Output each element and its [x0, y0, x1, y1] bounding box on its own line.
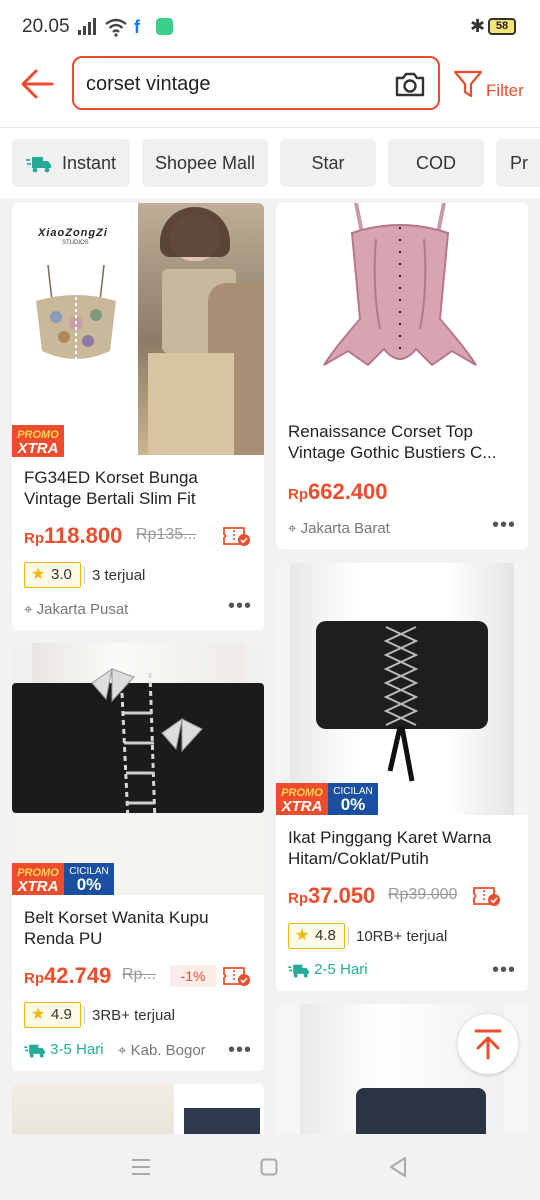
- sold-count: 10RB+ terjual: [356, 928, 448, 945]
- chip-more[interactable]: Pr: [496, 139, 540, 187]
- rating-badge: ★ 3.0: [24, 562, 81, 588]
- search-query: corset vintage: [86, 73, 211, 95]
- camera-icon[interactable]: [394, 70, 426, 98]
- promo-xtra-badge: PROMO XTRA: [12, 425, 64, 457]
- search-header: corset vintage Filter: [0, 54, 540, 128]
- location-pin-icon: ⌖: [24, 601, 33, 618]
- product-price: Rp118.800: [24, 523, 123, 548]
- scroll-to-top-button[interactable]: [458, 1014, 518, 1074]
- star-icon: ★: [295, 927, 310, 944]
- home-icon[interactable]: [260, 1158, 278, 1176]
- chip-cod-label: COD: [416, 153, 456, 173]
- status-time: 20.05: [22, 16, 70, 37]
- product-image: [12, 643, 264, 895]
- rating-value: 4.8: [315, 927, 336, 944]
- promo-cicilan-badge: PROMO XTRA CICILAN 0%: [12, 863, 114, 895]
- product-original-price: Rp39.000: [388, 886, 458, 903]
- star-icon: ★: [31, 566, 46, 583]
- voucher-icon: [223, 967, 250, 986]
- filter-icon: [453, 70, 483, 98]
- delivery-truck-icon: [24, 1044, 45, 1058]
- product-image: XiaoZongZi STUDIOS: [12, 203, 264, 455]
- delivery-estimate: 3-5 Hari: [24, 1041, 104, 1058]
- signal-icon: [78, 18, 96, 35]
- wifi-icon: [105, 18, 127, 37]
- facebook-icon: f: [134, 17, 140, 37]
- rating-badge: ★ 4.9: [24, 1002, 81, 1028]
- arrow-up-icon: [474, 1029, 502, 1060]
- more-options-icon[interactable]: •••: [228, 596, 252, 616]
- product-location: ⌖ Jakarta Pusat: [24, 601, 129, 618]
- more-options-icon[interactable]: •••: [492, 960, 516, 980]
- chip-instant[interactable]: Instant: [12, 139, 130, 187]
- delivery-truck-icon: [288, 964, 309, 978]
- filter-chips: Instant Shopee Mall Star COD Pr: [0, 128, 540, 198]
- location-pin-icon: ⌖: [288, 520, 297, 537]
- product-price: Rp37.050: [288, 883, 376, 908]
- chip-cod[interactable]: COD: [388, 139, 484, 187]
- back-icon[interactable]: [388, 1156, 408, 1178]
- chip-star-label: Star: [311, 153, 345, 173]
- rating-badge: ★ 4.8: [288, 923, 345, 949]
- instant-delivery-icon: [25, 157, 51, 173]
- chip-shopee-mall[interactable]: Shopee Mall: [142, 139, 268, 187]
- filter-button[interactable]: Filter: [452, 68, 536, 104]
- product-title: Renaissance Corset Top Vintage Gothic Bu…: [288, 422, 497, 462]
- rating-value: 3.0: [51, 566, 72, 583]
- product-location: ⌖ Jakarta Barat: [288, 520, 390, 537]
- back-arrow-icon[interactable]: [18, 66, 58, 102]
- sold-count: 3RB+ terjual: [92, 1007, 175, 1024]
- product-price: Rp42.749: [24, 963, 112, 988]
- more-options-icon[interactable]: •••: [492, 515, 516, 535]
- product-card[interactable]: XiaoZongZi STUDIOS PROMO XTRA FG34ED Kors…: [12, 203, 264, 630]
- rating-value: 4.9: [51, 1006, 72, 1023]
- product-card[interactable]: Renaissance Corset Top Vintage Gothic Bu…: [276, 203, 528, 549]
- product-location: ⌖ Kab. Bogor: [118, 1042, 206, 1059]
- product-image: [276, 563, 528, 815]
- chip-star[interactable]: Star: [280, 139, 376, 187]
- voucher-icon: [223, 527, 250, 546]
- product-title: Ikat Pinggang Karet Warna Hitam/Coklat/P…: [288, 828, 492, 868]
- product-price: Rp662.400: [288, 479, 388, 504]
- app-notification-icon: [156, 18, 173, 35]
- bluetooth-icon: ✱: [470, 16, 486, 36]
- filter-label: Filter: [486, 81, 524, 100]
- product-title: FG34ED Korset Bunga Vintage Bertali Slim…: [24, 468, 198, 508]
- product-original-price: Rp...: [122, 966, 156, 983]
- product-image-brand: XiaoZongZi: [38, 227, 108, 239]
- voucher-icon: [473, 887, 500, 906]
- product-image-sub: STUDIOS: [62, 240, 89, 246]
- battery-icon: 58: [488, 18, 516, 35]
- discount-badge: -1%: [170, 965, 216, 987]
- location-pin-icon: ⌖: [118, 1042, 127, 1059]
- sold-count: 3 terjual: [92, 567, 146, 584]
- chip-more-label: Pr: [510, 153, 528, 173]
- chip-shopee-mall-label: Shopee Mall: [154, 153, 256, 173]
- product-image: [276, 203, 528, 403]
- search-input[interactable]: corset vintage: [72, 56, 440, 110]
- more-options-icon[interactable]: •••: [228, 1040, 252, 1060]
- status-bar: 20.05 f ✱ 58: [0, 0, 540, 54]
- product-card[interactable]: PROMO XTRA CICILAN 0% Ikat Pinggang Karet W…: [276, 563, 528, 991]
- menu-icon[interactable]: [130, 1158, 152, 1176]
- chip-instant-label: Instant: [61, 153, 117, 173]
- product-original-price: Rp135...: [136, 526, 197, 543]
- system-navigation-bar: [0, 1134, 540, 1200]
- promo-cicilan-badge: PROMO XTRA CICILAN 0%: [276, 783, 378, 815]
- star-icon: ★: [31, 1006, 46, 1023]
- delivery-estimate: 2-5 Hari: [288, 961, 368, 978]
- product-card[interactable]: PROMO XTRA CICILAN 0% Belt Korset Wanita Ku…: [12, 643, 264, 1071]
- product-title: Belt Korset Wanita Kupu Renda PU: [24, 908, 209, 948]
